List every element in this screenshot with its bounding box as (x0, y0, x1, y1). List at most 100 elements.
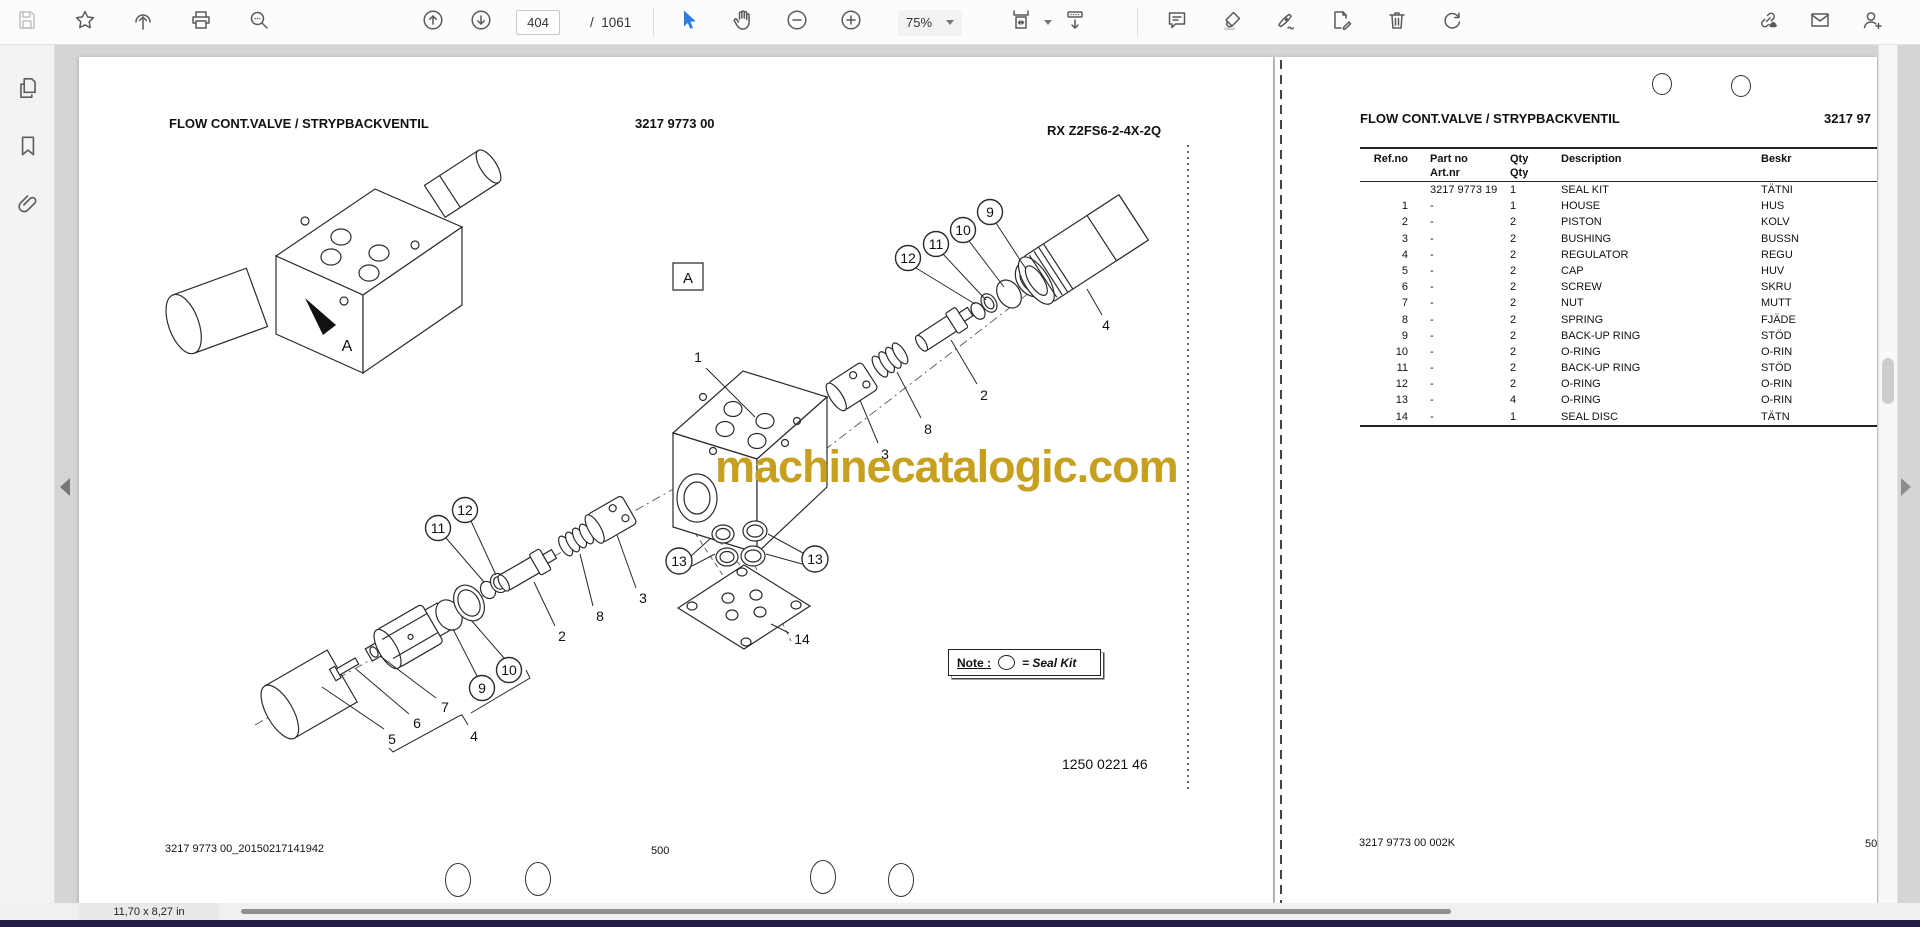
cell-qty: 2 (1510, 345, 1517, 358)
cell-description: SPRING (1561, 313, 1604, 326)
zoom-in-button[interactable] (838, 10, 864, 36)
cell-description: HOUSE (1561, 200, 1601, 213)
redo-button[interactable] (1439, 10, 1465, 36)
zoom-level-dropdown[interactable]: 75% (898, 9, 963, 36)
edit-page-button[interactable] (1329, 10, 1355, 36)
cell-description: BACK-UP RING (1561, 362, 1641, 375)
fit-width-button[interactable] (1008, 10, 1034, 36)
cell-ref: 12 (1395, 378, 1408, 391)
cell-ref: 7 (1401, 297, 1408, 310)
cell-beskr: REGU (1761, 248, 1793, 261)
delete-button[interactable] (1384, 10, 1410, 36)
cell-qty: 4 (1510, 394, 1517, 407)
bookmarks-panel-button[interactable] (0, 123, 55, 173)
cell-qty: 1 (1510, 410, 1517, 423)
cell-qty: 2 (1510, 232, 1517, 245)
share-upload-button[interactable] (130, 10, 156, 36)
seal-kit-note: Note : = Seal Kit (948, 649, 1101, 676)
chevron-down-icon[interactable] (1044, 20, 1052, 25)
toolbar-nav-group: 404 / 1061 (420, 0, 631, 45)
cell-qty: 2 (1510, 313, 1517, 326)
save-button[interactable] (14, 10, 40, 36)
zoom-level-value: 75% (906, 15, 933, 30)
col-header-qty: Qty (1510, 153, 1529, 165)
svg-text:9: 9 (478, 680, 486, 696)
cell-beskr: TÄTNI (1761, 184, 1793, 196)
page-right: FLOW CONT.VALVE / STRYPBACKVENTIL 3217 9… (1275, 57, 1877, 903)
vertical-scrollbar-thumb[interactable] (1882, 358, 1894, 404)
table-row: 1 - 1 HOUSE HUS (1360, 198, 1877, 214)
svg-text:13: 13 (671, 553, 687, 569)
next-page-arrow[interactable] (1901, 478, 1911, 496)
part-end-cap (1012, 195, 1149, 310)
cell-description: NUT (1561, 297, 1584, 310)
svg-text:4: 4 (470, 728, 478, 744)
detail-a-box: A (673, 263, 703, 290)
cell-description: O-RING (1561, 378, 1601, 391)
page-number-input[interactable]: 404 (516, 10, 560, 35)
paperclip-icon (15, 191, 41, 222)
toolbar-fit-group (1008, 0, 1088, 45)
table-bottom-border (1360, 424, 1877, 427)
svg-text:11: 11 (929, 236, 944, 252)
left-panel (0, 45, 55, 920)
watermark: machinecatalogic.com (715, 441, 1179, 492)
svg-text:13: 13 (807, 551, 823, 567)
cell-description: SCREW (1561, 281, 1602, 294)
chevron-down-icon (946, 20, 955, 25)
cell-ref: 5 (1401, 264, 1408, 277)
scroll-mode-button[interactable] (1062, 10, 1088, 36)
search-button[interactable] (246, 10, 272, 36)
svg-text:11: 11 (431, 520, 446, 536)
page-up-button[interactable] (420, 10, 446, 36)
part-number: 3217 97 (1824, 111, 1871, 126)
page-thumbnails-icon (15, 75, 41, 106)
toolbar-tools-group (676, 0, 864, 45)
star-button[interactable] (72, 10, 98, 36)
fit-width-icon (1009, 8, 1033, 37)
attachments-panel-button[interactable] (0, 181, 55, 231)
signature-button[interactable] (1274, 10, 1300, 36)
svg-text:10: 10 (955, 222, 971, 238)
table-row: 10 - 2 O-RING O-RIN (1360, 344, 1877, 360)
hand-tool-button[interactable] (730, 10, 756, 36)
cell-ref: 11 (1396, 362, 1408, 375)
page-down-button[interactable] (468, 10, 494, 36)
svg-text:1: 1 (694, 349, 702, 365)
table-row: 8 - 2 SPRING FJÄDE (1360, 312, 1877, 328)
cell-qty: 1 (1510, 200, 1517, 213)
cell-part: - (1430, 329, 1434, 342)
assembled-valve-drawing: A (159, 146, 506, 373)
comment-button[interactable] (1164, 10, 1190, 36)
svg-text:7: 7 (441, 699, 449, 715)
add-user-button[interactable] (1859, 10, 1885, 36)
cell-ref (1360, 182, 1408, 198)
cell-ref: 3 (1401, 232, 1408, 245)
registration-circle (1731, 75, 1751, 97)
col-header-description: Description (1561, 153, 1622, 165)
horizontal-scrollbar-thumb[interactable] (241, 909, 1451, 914)
share-link-button[interactable] (1755, 10, 1781, 36)
cell-description: CAP (1561, 264, 1584, 277)
zoom-out-button[interactable] (784, 10, 810, 36)
cell-description: BUSHING (1561, 232, 1612, 245)
cell-description: SEAL DISC (1561, 410, 1619, 423)
note-text: = Seal Kit (1022, 655, 1077, 670)
thumbnails-panel-button[interactable] (0, 65, 55, 115)
previous-page-arrow[interactable] (60, 478, 70, 496)
cell-ref: 9 (1401, 329, 1408, 342)
email-button[interactable] (1807, 10, 1833, 36)
print-button[interactable] (188, 10, 214, 36)
bottom-bar: 11,70 x 8,27 in (0, 903, 1920, 920)
toolbar-annotate-group (1164, 0, 1465, 45)
trash-icon (1385, 8, 1409, 37)
table-row: 2 - 2 PISTON KOLV (1360, 214, 1877, 230)
highlight-button[interactable] (1219, 10, 1245, 36)
table-row: 3 - 2 BUSHING BUSSN (1360, 231, 1877, 247)
select-tool-button[interactable] (676, 10, 702, 36)
cell-beskr: SKRU (1761, 281, 1792, 294)
table-row: 6 - 2 SCREW SKRU (1360, 279, 1877, 295)
part-piston-upper (912, 302, 977, 356)
cell-qty: 2 (1510, 248, 1517, 261)
vertical-scrollbar[interactable] (1878, 45, 1898, 903)
